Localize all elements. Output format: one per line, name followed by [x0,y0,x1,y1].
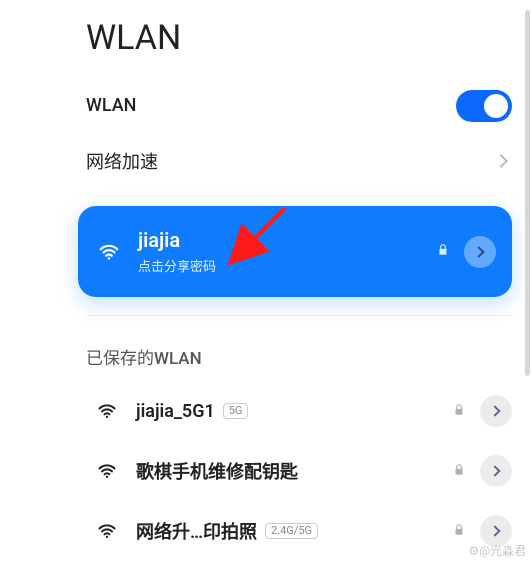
watermark: ⚙@光淼君 [468,542,526,559]
lock-icon [452,522,466,541]
saved-ssid: 网络升…印拍照 [136,518,257,544]
chevron-right-icon [473,246,484,257]
network-acceleration-label: 网络加速 [86,148,496,174]
chevron-right-icon [489,465,500,476]
network-details-button[interactable] [480,455,512,487]
wlan-toggle-switch[interactable] [456,90,512,122]
lock-icon [452,462,466,481]
wifi-icon [96,400,118,422]
saved-network-row[interactable]: 歌棋手机维修配钥匙 [0,441,532,501]
wifi-icon [98,241,120,263]
wifi-icon [96,460,118,482]
wlan-toggle-label: WLAN [86,95,456,116]
lock-icon [452,402,466,421]
page-title: WLAN [0,0,532,78]
connected-network-card[interactable]: jiajia 点击分享密码 [78,206,512,297]
band-badge: 2.4G/5G [265,523,318,539]
connected-ssid: jiajia [138,228,436,252]
saved-network-row[interactable]: 网络升…印拍照 2.4G/5G [0,501,532,561]
lock-icon [436,242,450,261]
saved-network-row[interactable]: jiajia_5G1 5G [0,381,532,441]
saved-networks-header: 已保存的WLAN [0,316,532,381]
network-details-button[interactable] [480,395,512,427]
scrollbar[interactable] [525,10,530,376]
network-details-button[interactable] [464,236,496,268]
share-password-hint: 点击分享密码 [138,256,436,275]
band-badge: 5G [223,403,249,419]
wifi-icon [96,520,118,542]
wlan-toggle-row[interactable]: WLAN [0,78,532,133]
saved-ssid: 歌棋手机维修配钥匙 [136,458,298,484]
chevron-right-icon [489,525,500,536]
network-acceleration-row[interactable]: 网络加速 [0,133,532,188]
chevron-right-icon [489,405,500,416]
saved-ssid: jiajia_5G1 [136,401,215,422]
chevron-right-icon [494,153,508,167]
